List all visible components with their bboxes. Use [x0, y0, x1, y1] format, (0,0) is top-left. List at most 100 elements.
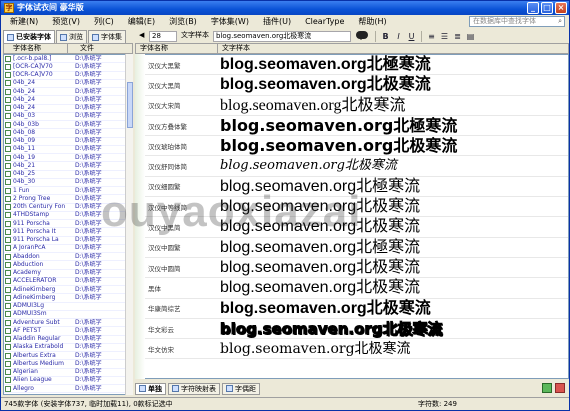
table-row[interactable]: 华文仿宋 blog.seomaven.org北极寒流: [136, 339, 568, 360]
checkbox[interactable]: [5, 377, 11, 384]
align-left-icon[interactable]: ≡: [426, 31, 437, 42]
checkbox[interactable]: [5, 327, 11, 334]
menu-fontset[interactable]: 字体集(W): [204, 15, 256, 28]
checkbox[interactable]: [5, 270, 11, 277]
checkbox[interactable]: [138, 101, 145, 109]
table-row[interactable]: 汉仪方叠体繁 blog.seomaven.org北極寒流: [136, 116, 568, 137]
menu-help[interactable]: 帮助(H): [351, 15, 393, 28]
checkbox[interactable]: [5, 303, 11, 310]
checkbox[interactable]: [5, 237, 11, 244]
table-row[interactable]: 汉仪大黑简 blog.seomaven.org北极寒流: [136, 75, 568, 96]
underline-button[interactable]: U: [406, 31, 417, 42]
checkbox[interactable]: [5, 88, 11, 95]
font-size-select[interactable]: 28: [149, 30, 177, 42]
menu-browse[interactable]: 浏览(B): [162, 15, 204, 28]
remove-icon[interactable]: [555, 383, 565, 393]
checkbox[interactable]: [5, 204, 11, 211]
checkbox[interactable]: [5, 212, 11, 219]
checkbox[interactable]: [5, 154, 11, 161]
checkbox[interactable]: [5, 195, 11, 202]
table-row[interactable]: 汉仪大宋简 blog.seomaven.org北极寒流: [136, 96, 568, 116]
checkbox[interactable]: [5, 385, 11, 392]
add-icon[interactable]: [542, 383, 552, 393]
checkbox[interactable]: [5, 138, 11, 145]
checkbox[interactable]: [5, 294, 11, 301]
column-file[interactable]: 文件: [68, 44, 94, 53]
scrollbar-thumb[interactable]: [127, 82, 133, 128]
checkbox[interactable]: [5, 146, 11, 153]
close-button[interactable]: ×: [555, 2, 567, 14]
maximize-button[interactable]: □: [541, 2, 553, 14]
menu-new[interactable]: 新建(N): [3, 15, 45, 28]
speech-bubble-icon[interactable]: [353, 30, 371, 42]
tab-kerning[interactable]: 字偶距: [222, 382, 260, 395]
checkbox[interactable]: [138, 122, 145, 130]
menu-plugins[interactable]: 插件(U): [256, 15, 298, 28]
arrow-icon[interactable]: ◀: [137, 31, 147, 42]
table-row[interactable]: 汉仪中黑简 blog.seomaven.org北极寒流: [136, 217, 568, 238]
checkbox[interactable]: [5, 336, 11, 343]
checkbox[interactable]: [5, 96, 11, 103]
checkbox[interactable]: [5, 80, 11, 87]
checkbox[interactable]: [5, 286, 11, 293]
checkbox[interactable]: [138, 264, 145, 272]
menu-preview[interactable]: 预览(V): [45, 15, 87, 28]
table-row[interactable]: 汉仪琥珀体简 blog.seomaven.org北极寒流: [136, 136, 568, 157]
table-row[interactable]: 汉仪细圆繁 blog.seomaven.org北極寒流: [136, 177, 568, 198]
checkbox[interactable]: [5, 105, 11, 112]
sample-text-input[interactable]: blog.seomaven.org北极寒流: [213, 30, 351, 42]
checkbox[interactable]: [5, 278, 11, 285]
column-font-name[interactable]: 字体名称: [4, 44, 68, 53]
checkbox[interactable]: [138, 182, 145, 190]
table-row[interactable]: 华康简综艺 blog.seomaven.org北极寒流: [136, 299, 568, 319]
table-row[interactable]: 汉仪中等线简 blog.seomaven.org北极寒流: [136, 197, 568, 218]
checkbox[interactable]: [5, 360, 11, 367]
checkbox[interactable]: [5, 352, 11, 359]
minimize-button[interactable]: _: [527, 2, 539, 14]
checkbox[interactable]: [138, 284, 145, 292]
search-input[interactable]: 在数据库中查找字体 ⌕: [469, 16, 565, 27]
checkbox[interactable]: [138, 162, 145, 170]
table-row[interactable]: 华文彩云 blog.seomaven.org北极寒流: [136, 319, 568, 340]
checkbox[interactable]: [5, 179, 11, 186]
menu-cleartype[interactable]: ClearType: [298, 15, 351, 28]
align-right-icon[interactable]: ≣: [452, 31, 463, 42]
italic-button[interactable]: I: [393, 31, 404, 42]
checkbox[interactable]: [5, 162, 11, 169]
checkbox[interactable]: [5, 171, 11, 178]
tab-single[interactable]: 单独: [135, 382, 166, 395]
checkbox[interactable]: [138, 223, 145, 231]
checkbox[interactable]: [5, 187, 11, 194]
checkbox[interactable]: [5, 72, 11, 79]
checkbox[interactable]: [5, 121, 11, 128]
menu-columns[interactable]: 列(C): [87, 15, 121, 28]
checkbox[interactable]: [138, 243, 145, 251]
table-row[interactable]: 汉仪舒同体简 blog.seomaven.org北极寒流: [136, 156, 568, 177]
column-sample[interactable]: 文字样本: [218, 44, 250, 53]
checkbox[interactable]: [138, 81, 145, 89]
align-center-icon[interactable]: ☰: [439, 31, 450, 42]
menu-edit[interactable]: 编辑(E): [121, 15, 162, 28]
tab-browse[interactable]: 浏览: [56, 30, 87, 43]
checkbox[interactable]: [5, 319, 11, 326]
tab-installed[interactable]: 已安装字体: [3, 30, 55, 43]
checkbox[interactable]: [5, 63, 11, 70]
checkbox[interactable]: [5, 55, 11, 62]
font-list-scrollbar[interactable]: [125, 54, 133, 395]
table-row[interactable]: 汉仪中圆繁 blog.seomaven.org北極寒流: [136, 238, 568, 258]
checkbox[interactable]: [5, 311, 11, 318]
checkbox[interactable]: [138, 325, 145, 332]
checkbox[interactable]: [138, 203, 145, 211]
list-item[interactable]: Allegro D:\系统字: [4, 385, 132, 394]
checkbox[interactable]: [138, 304, 145, 312]
search-icon[interactable]: ⌕: [558, 17, 562, 26]
table-row[interactable]: 汉仪大黑繁 blog.seomaven.org北極寒流: [136, 55, 568, 76]
checkbox[interactable]: [138, 61, 145, 69]
checkbox[interactable]: [5, 220, 11, 227]
table-row[interactable]: 汉仪中圆简 blog.seomaven.org北极寒流: [136, 258, 568, 279]
checkbox[interactable]: [5, 344, 11, 351]
checkbox[interactable]: [5, 113, 11, 120]
tab-charmap[interactable]: 字符映射表: [168, 382, 220, 395]
checkbox[interactable]: [5, 261, 11, 268]
tab-fontset[interactable]: 字体集: [88, 30, 126, 43]
